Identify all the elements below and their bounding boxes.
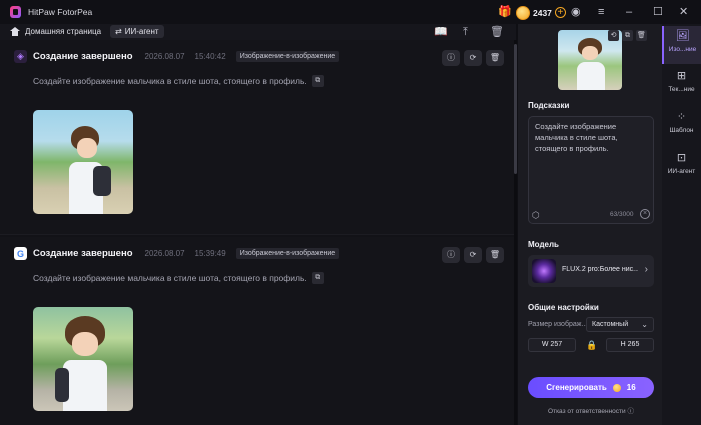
result-card: G Создание завершено 2026.08.07 15:39:49… [0, 237, 514, 425]
results-area: ◈ Создание завершено 2026.08.07 15:40:42… [0, 40, 516, 425]
ai-agent-label: ИИ-агент [124, 27, 159, 36]
toolbar: Домашняя страница ⇄ ИИ-агент 📖 ⤒ 🗑 [0, 24, 516, 40]
home-button[interactable]: Домашняя страница [10, 27, 101, 36]
size-label: Размер изображ... [528, 321, 588, 328]
card-prompt-text: Создайте изображение мальчика в стиле шо… [33, 273, 307, 283]
info-button[interactable]: ⓘ [442, 247, 460, 263]
maximize-icon[interactable]: ☐ [653, 6, 663, 18]
copy-image-icon[interactable]: ⧉ [622, 30, 633, 41]
minimize-icon[interactable]: – [626, 6, 632, 18]
model-title: Модель [528, 240, 559, 249]
copy-icon[interactable]: ⧉ [311, 272, 324, 284]
nav-label: Изо...ние [668, 46, 697, 53]
generate-button[interactable]: Сгенерировать 16 [528, 377, 654, 398]
model-thumbnail [532, 259, 556, 283]
add-credits-icon[interactable]: + [554, 7, 566, 18]
disclaimer-link[interactable]: Отказ от ответственности ⓘ [528, 405, 654, 415]
image-icon: 🖼 [675, 30, 690, 42]
regenerate-button[interactable]: ⟳ [464, 247, 482, 263]
gift-icon[interactable]: 🎁 [498, 6, 512, 18]
prompt-text: Создайте изображение мальчика в стиле шо… [535, 122, 618, 153]
info-button[interactable]: ⓘ [442, 50, 460, 66]
disclaimer-text: Отказ от ответственности [548, 408, 626, 415]
home-icon [10, 27, 20, 36]
google-icon: G [14, 247, 27, 260]
close-icon[interactable]: ✕ [679, 6, 688, 18]
card-title: Создание завершено [33, 248, 133, 259]
home-label: Домашняя страница [25, 27, 102, 36]
result-image[interactable] [33, 307, 133, 411]
export-icon[interactable]: ⤒ [463, 26, 468, 38]
model-name: FLUX.2 pro:Более нис... [562, 266, 638, 273]
ai-agent-icon: ⊡ [676, 152, 687, 164]
coin-icon [612, 383, 621, 392]
char-counter: 63/3000 [610, 211, 634, 218]
card-date: 2026.08.07 [144, 249, 185, 258]
cube-icon[interactable]: ⬡ [532, 210, 540, 221]
size-value: Кастомный [592, 321, 629, 328]
book-icon[interactable]: 📖 [434, 26, 448, 38]
settings-panel: ⟲ ⧉ 🗑 Подсказки Создайте изображение мал… [518, 24, 662, 425]
delete-all-icon[interactable]: 🗑 [490, 26, 504, 38]
coin-icon [516, 5, 530, 20]
nav-ai-agent[interactable]: ⊡ ИИ-агент [662, 148, 701, 186]
size-select[interactable]: Кастомный ⌄ [586, 317, 654, 332]
height-input[interactable]: H 265 [606, 338, 654, 352]
app-title: HitPaw FotorPea [28, 7, 93, 17]
generate-label: Сгенерировать [546, 383, 607, 392]
swap-icon: ⇄ [115, 27, 122, 36]
account-icon[interactable]: ◉ [571, 6, 581, 18]
mode-badge: Изображение-в-изображение [235, 248, 340, 259]
app-logo-icon [10, 6, 21, 18]
generate-cost: 16 [626, 383, 636, 392]
card-title: Создание завершено [33, 51, 133, 62]
nav-label: ИИ-агент [667, 168, 696, 175]
model-selector[interactable]: FLUX.2 pro:Более нис... › [528, 255, 654, 287]
credits-display[interactable]: 2437 + [516, 5, 566, 20]
text-image-icon: ⊞ [676, 70, 687, 82]
delete-button[interactable]: 🗑 [486, 247, 504, 263]
hints-title: Подсказки [528, 101, 570, 110]
chevron-right-icon: › [644, 264, 648, 275]
card-date: 2026.08.07 [144, 52, 185, 61]
delete-button[interactable]: 🗑 [486, 50, 504, 66]
provider-icon: ◈ [14, 50, 27, 63]
nav-label: Тек...ние [668, 86, 695, 93]
width-input[interactable]: W 257 [528, 338, 576, 352]
nav-image-to-image[interactable]: 🖼 Изо...ние [662, 26, 701, 64]
card-prompt-text: Создайте изображение мальчика в стиле шо… [33, 76, 307, 86]
copy-icon[interactable]: ⧉ [311, 75, 324, 87]
card-time: 15:39:49 [194, 249, 226, 258]
nav-text-to-image[interactable]: ⊞ Тек...ние [662, 66, 701, 104]
clear-icon[interactable]: × [640, 209, 650, 219]
nav-label: Шаблон [669, 127, 694, 134]
replace-image-icon[interactable]: ⟲ [608, 30, 619, 41]
chevron-down-icon: ⌄ [641, 320, 648, 329]
ai-agent-tab[interactable]: ⇄ ИИ-агент [110, 25, 164, 38]
scrollbar-thumb[interactable] [514, 44, 517, 174]
side-nav: 🖼 Изо...ние ⊞ Тек...ние ⁘ Шаблон ⊡ ИИ-аг… [662, 24, 701, 425]
card-time: 15:40:42 [194, 52, 226, 61]
mode-badge: Изображение-в-изображение [235, 51, 340, 62]
delete-image-icon[interactable]: 🗑 [636, 30, 647, 41]
regenerate-button[interactable]: ⟳ [464, 50, 482, 66]
info-icon: ⓘ [627, 408, 634, 415]
template-icon: ⁘ [676, 111, 687, 123]
menu-icon[interactable]: ≡ [598, 6, 604, 18]
lock-icon[interactable]: 🔒 [586, 340, 597, 351]
settings-title: Общие настройки [528, 303, 599, 312]
result-image[interactable] [33, 110, 133, 214]
nav-template[interactable]: ⁘ Шаблон [662, 107, 701, 145]
result-card: ◈ Создание завершено 2026.08.07 15:40:42… [0, 40, 514, 235]
title-bar: HitPaw FotorPea 🎁 2437 + ◉ ≡ – ☐ ✕ [0, 0, 701, 24]
credits-amount: 2437 [533, 7, 552, 18]
